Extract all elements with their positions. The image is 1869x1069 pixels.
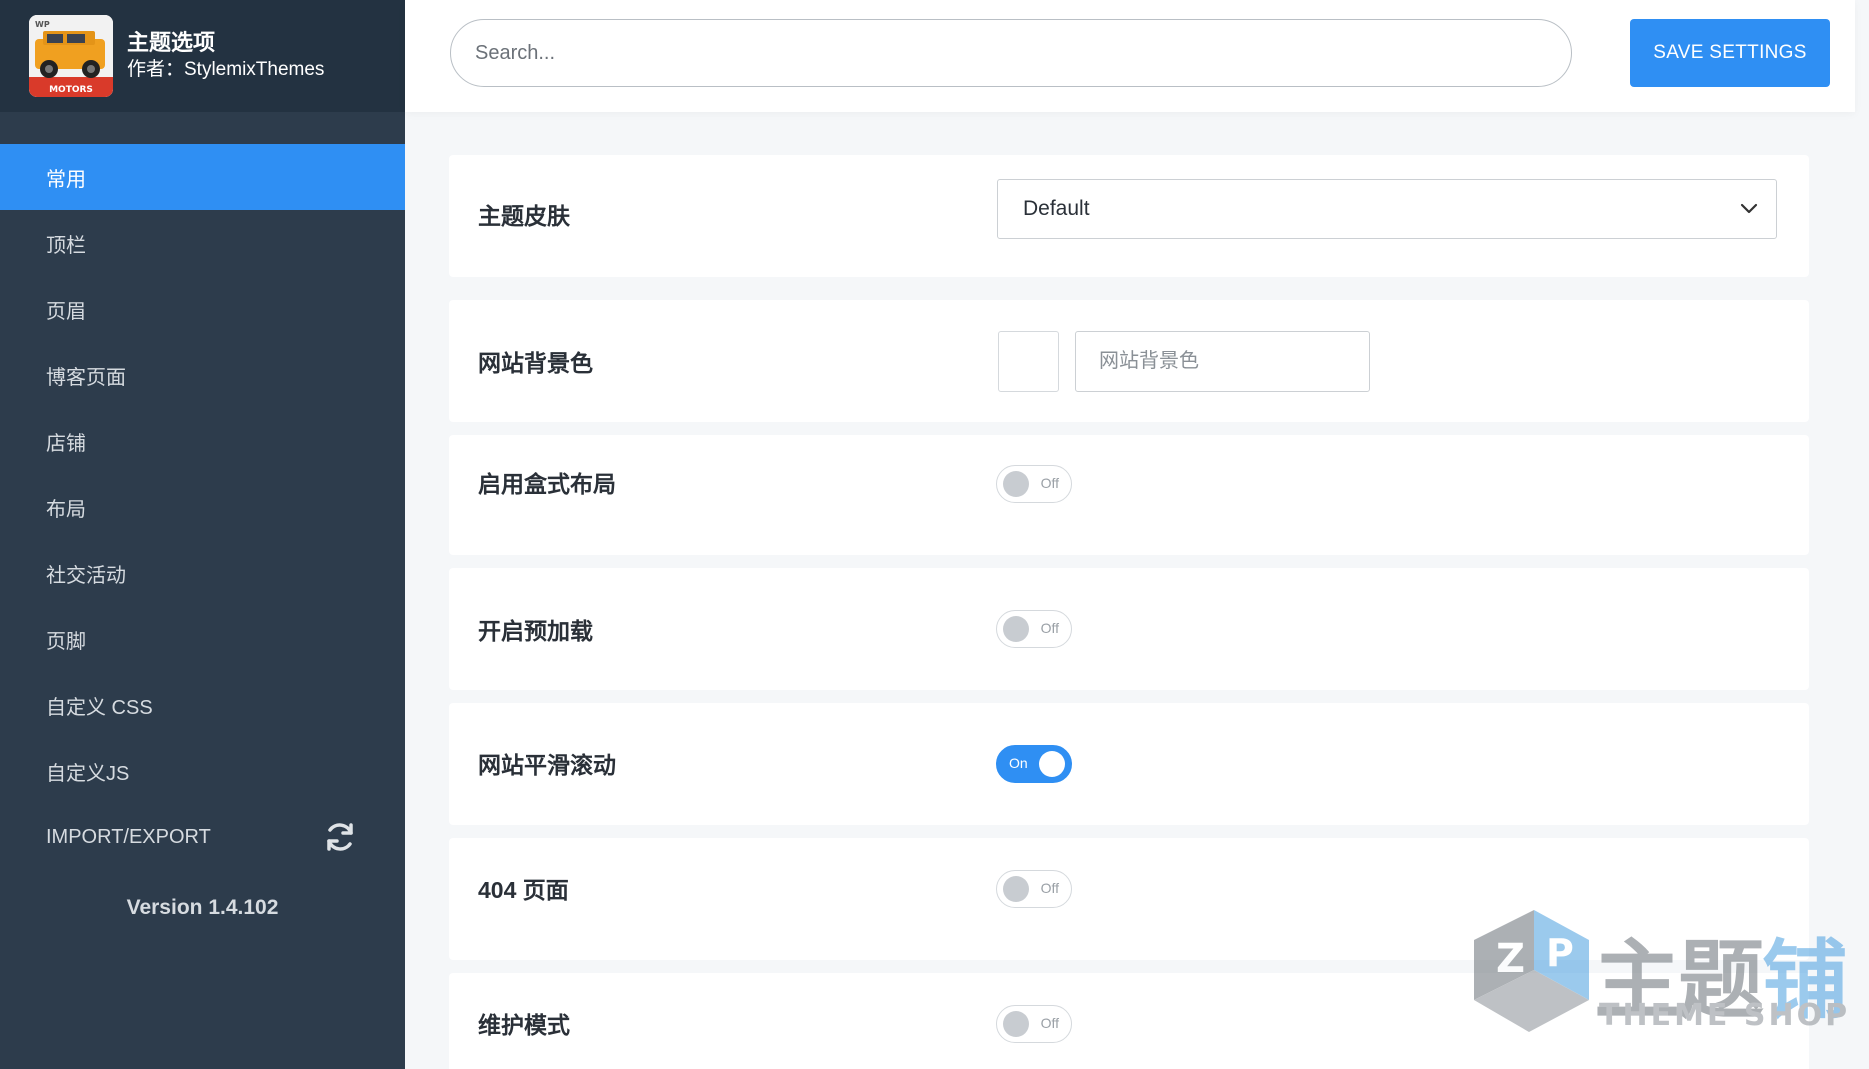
color-input[interactable]: [1076, 332, 1369, 391]
boxed-layout-toggle[interactable]: Off: [996, 465, 1072, 503]
watermark-logo-icon: Z P: [1474, 910, 1589, 1032]
preloader-toggle[interactable]: Off: [996, 610, 1072, 648]
sidebar-item-footer[interactable]: 页脚: [0, 606, 405, 672]
sidebar-item-label: IMPORT/EXPORT: [46, 825, 211, 848]
toggle-state: Off: [1040, 880, 1059, 896]
color-swatch[interactable]: [998, 331, 1059, 392]
version-label: Version 1.4.102: [126, 896, 279, 919]
search-box: [450, 19, 1572, 87]
sidebar-item-custom-css[interactable]: 自定义 CSS: [0, 672, 405, 738]
toggle-knob: [1003, 471, 1029, 497]
top-bar: SAVE SETTINGS: [405, 0, 1855, 112]
select-value: Default: [1023, 197, 1090, 220]
toggle-state: Off: [1040, 1015, 1059, 1031]
sidebar-item-blog[interactable]: 博客页面: [0, 342, 405, 408]
setting-label: 网站背景色: [478, 350, 593, 376]
sync-icon: [323, 820, 357, 854]
brand-author: 作者：StylemixThemes: [127, 59, 325, 80]
sidebar-item-header[interactable]: 页眉: [0, 276, 405, 342]
sidebar-item-label: 自定义JS: [46, 762, 130, 785]
toggle-knob: [1003, 876, 1029, 902]
theme-shop-watermark: Z P 主题铺 THEME SHOP: [1464, 900, 1848, 1050]
search-input[interactable]: [451, 20, 1571, 86]
sidebar-item-social[interactable]: 社交活动: [0, 540, 405, 606]
toggle-knob: [1039, 751, 1065, 777]
sidebar-item-label: 布局: [46, 498, 86, 521]
toggle-knob: [1003, 1011, 1029, 1037]
toggle-state: Off: [1040, 475, 1059, 491]
setting-row-boxed-layout: 启用盒式布局 Off: [449, 435, 1809, 555]
sidebar-item-label: 常用: [46, 168, 86, 191]
sidebar-item-label: 社交活动: [46, 564, 126, 587]
setting-label: 主题皮肤: [478, 203, 570, 229]
setting-row-preloader: 开启预加载 Off: [449, 568, 1809, 690]
svg-text:Z: Z: [1496, 936, 1525, 982]
toggle-state: Off: [1040, 620, 1059, 636]
brand-title: 主题选项: [127, 30, 216, 55]
setting-label: 开启预加载: [478, 618, 593, 644]
toggle-state: On: [1009, 755, 1028, 771]
sidebar-item-label: 自定义 CSS: [46, 696, 153, 719]
sidebar-item-label: 店铺: [46, 432, 86, 455]
sidebar-item-general[interactable]: 常用: [0, 144, 405, 210]
setting-label: 404 页面: [478, 877, 569, 903]
svg-text:WP: WP: [35, 20, 50, 29]
brand-text: 主题选项 作者：StylemixThemes: [127, 29, 324, 83]
smooth-scroll-toggle[interactable]: On: [996, 745, 1072, 783]
setting-label: 网站平滑滚动: [478, 752, 616, 778]
sidebar-item-label: 页脚: [46, 630, 86, 653]
setting-row-smooth-scroll: 网站平滑滚动 On: [449, 703, 1809, 825]
chevron-down-icon: [1740, 197, 1758, 221]
sidebar-item-import-export[interactable]: IMPORT/EXPORT: [0, 804, 405, 870]
motors-logo: WP MOTORS: [29, 15, 113, 97]
save-settings-button[interactable]: SAVE SETTINGS: [1630, 19, 1830, 87]
sidebar-nav: 常用 顶栏 页眉 博客页面 店铺 布局 社交活动 页脚 自定义 CSS 自定义J…: [0, 144, 405, 870]
setting-label: 维护模式: [478, 1012, 570, 1038]
watermark-en-text: THEME SHOP: [1599, 998, 1851, 1033]
setting-row-site-bg-color: 网站背景色: [449, 300, 1809, 422]
page-404-toggle[interactable]: Off: [996, 870, 1072, 908]
sidebar-item-shop[interactable]: 店铺: [0, 408, 405, 474]
sidebar-item-label: 页眉: [46, 300, 86, 323]
sidebar: WP MOTORS 主题选项 作者：StylemixThemes 常用 顶栏 页…: [0, 0, 405, 1069]
setting-row-theme-skin: 主题皮肤 Default: [449, 155, 1809, 277]
sidebar-item-label: 顶栏: [46, 234, 86, 257]
brand-header: WP MOTORS 主题选项 作者：StylemixThemes: [0, 0, 405, 112]
sidebar-item-layout[interactable]: 布局: [0, 474, 405, 540]
sidebar-item-topbar[interactable]: 顶栏: [0, 210, 405, 276]
sidebar-item-custom-js[interactable]: 自定义JS: [0, 738, 405, 804]
sidebar-item-label: 博客页面: [46, 366, 126, 389]
maintenance-toggle[interactable]: Off: [996, 1005, 1072, 1043]
setting-label: 启用盒式布局: [478, 471, 616, 497]
toggle-knob: [1003, 616, 1029, 642]
theme-skin-select[interactable]: Default: [997, 179, 1777, 239]
svg-text:P: P: [1546, 931, 1574, 975]
color-field: [1075, 331, 1370, 392]
svg-text:MOTORS: MOTORS: [49, 85, 93, 95]
